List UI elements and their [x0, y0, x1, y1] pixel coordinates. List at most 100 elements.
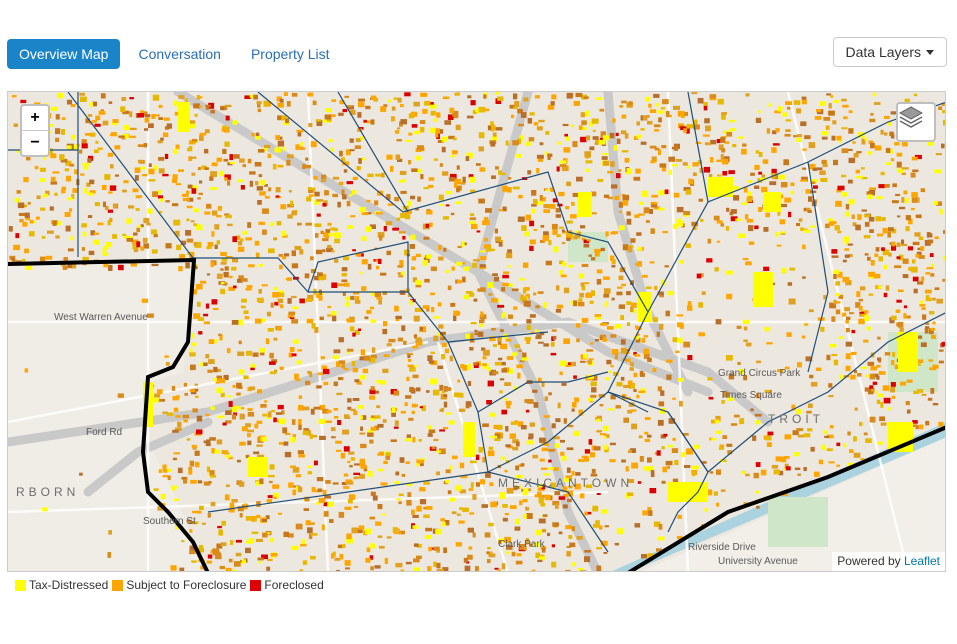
parcel [279, 98, 284, 103]
parcel [780, 182, 788, 188]
parcel [361, 259, 368, 265]
parcel [257, 200, 262, 205]
parcel [580, 360, 586, 363]
parcel [178, 102, 190, 132]
parcel [649, 109, 657, 113]
parcel [722, 435, 728, 439]
tab-property-list[interactable]: Property List [239, 39, 342, 69]
parcel [868, 391, 874, 395]
layers-control-button[interactable] [896, 102, 936, 142]
parcel [638, 201, 644, 205]
parcel [898, 289, 904, 292]
parcel [902, 274, 909, 279]
parcel [606, 326, 614, 330]
parcel [677, 337, 683, 344]
parcel [448, 420, 455, 425]
parcel [95, 115, 101, 121]
map-panel[interactable]: West Warren Avenue Ford Rd Southern St R… [7, 91, 946, 572]
parcel [424, 100, 431, 106]
parcel [505, 426, 509, 432]
parcel [802, 167, 807, 170]
parcel [472, 532, 476, 538]
parcel [347, 320, 354, 323]
parcel [211, 299, 218, 305]
parcel [61, 117, 66, 120]
parcel [482, 571, 485, 572]
parcel [319, 435, 326, 440]
parcel [501, 313, 505, 319]
parcel [596, 418, 601, 422]
parcel [741, 148, 747, 155]
parcel [366, 310, 372, 314]
parcel [237, 351, 245, 357]
tab-conversation[interactable]: Conversation [126, 39, 233, 69]
parcel [394, 481, 399, 484]
parcel [512, 140, 519, 146]
parcel [559, 270, 563, 275]
parcel [566, 181, 571, 187]
parcel [334, 416, 339, 419]
parcel [686, 165, 691, 169]
parcel [636, 232, 642, 236]
parcel [189, 550, 196, 555]
parcel [267, 495, 273, 499]
parcel [52, 171, 60, 174]
parcel [902, 258, 909, 264]
parcel [470, 321, 477, 325]
parcel [829, 343, 837, 348]
tab-overview-map[interactable]: Overview Map [7, 39, 121, 69]
map-canvas[interactable] [8, 92, 946, 572]
parcel [932, 403, 939, 406]
parcel [191, 444, 197, 448]
parcel [264, 196, 270, 199]
parcel [49, 206, 54, 211]
parcel [642, 466, 649, 471]
parcel [152, 191, 158, 197]
parcel [844, 307, 850, 312]
parcel [745, 93, 750, 97]
parcel [294, 373, 299, 380]
parcel [395, 154, 401, 160]
parcel [743, 326, 748, 331]
parcel [665, 310, 670, 317]
parcel [841, 174, 847, 178]
parcel [213, 366, 218, 373]
parcel [66, 145, 72, 150]
parcel [732, 186, 739, 190]
parcel [451, 455, 458, 460]
parcel [227, 223, 233, 227]
parcel [490, 125, 495, 132]
parcel [858, 306, 863, 311]
parcel [675, 159, 683, 162]
parcel [745, 473, 750, 477]
parcel [353, 505, 359, 508]
parcel [87, 114, 93, 117]
parcel [855, 224, 861, 231]
parcel [414, 567, 421, 571]
parcel [706, 258, 713, 263]
parcel [667, 444, 673, 448]
parcel [604, 525, 609, 528]
parcel [926, 267, 934, 270]
parcel [720, 137, 726, 143]
parcel [616, 291, 623, 296]
parcel [378, 298, 382, 305]
parcel [92, 101, 97, 107]
parcel [533, 122, 539, 126]
data-layers-dropdown[interactable]: Data Layers [832, 37, 947, 67]
parcel [584, 556, 591, 563]
parcel [495, 166, 499, 170]
parcel [920, 188, 926, 193]
parcel [40, 207, 46, 211]
parcel [551, 561, 557, 568]
parcel [547, 532, 551, 537]
zoom-out-button[interactable]: − [22, 130, 48, 155]
parcel [872, 381, 878, 385]
parcel [487, 125, 492, 131]
leaflet-link[interactable]: Leaflet [904, 554, 940, 568]
parcel [332, 355, 339, 360]
parcel [685, 189, 692, 195]
parcel [566, 237, 571, 241]
zoom-in-button[interactable]: + [22, 106, 48, 130]
parcel [502, 282, 509, 287]
